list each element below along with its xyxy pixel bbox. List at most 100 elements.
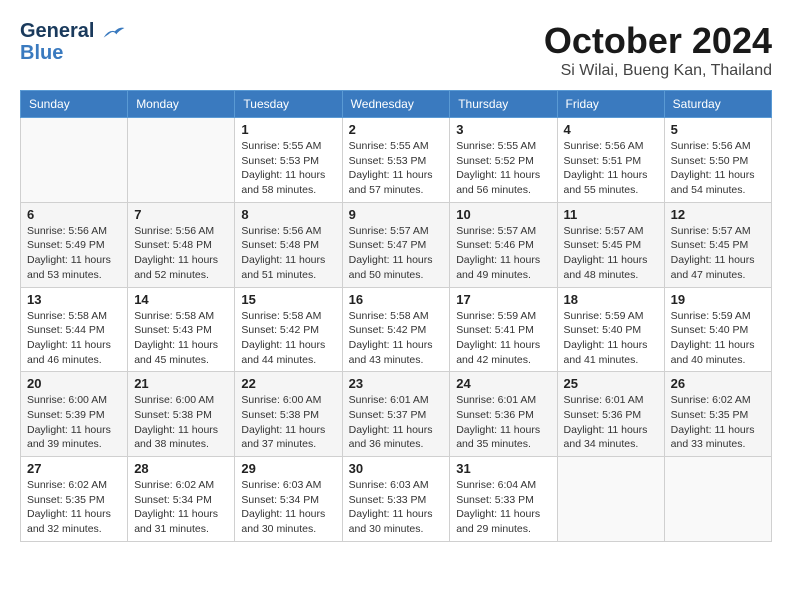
calendar-week-5: 27 Sunrise: 6:02 AMSunset: 5:35 PMDayligh… [21, 457, 772, 542]
col-sunday: Sunday [21, 91, 128, 118]
day-info: Sunrise: 5:57 AMSunset: 5:45 PMDaylight:… [564, 224, 658, 283]
day-number: 3 [456, 122, 550, 137]
day-number: 17 [456, 292, 550, 307]
day-number: 18 [564, 292, 658, 307]
table-row: 3 Sunrise: 5:55 AMSunset: 5:52 PMDaylight… [450, 118, 557, 203]
table-row: 1Sunrise: 5:55 AMSunset: 5:53 PMDaylight… [235, 118, 342, 203]
col-wednesday: Wednesday [342, 91, 450, 118]
day-info: Sunrise: 5:58 AMSunset: 5:43 PMDaylight:… [134, 309, 228, 368]
table-row: 21 Sunrise: 6:00 AMSunset: 5:38 PMDayligh… [128, 372, 235, 457]
day-info: Sunrise: 6:02 AMSunset: 5:35 PMDaylight:… [671, 393, 765, 452]
day-info: Sunrise: 5:58 AMSunset: 5:42 PMDaylight:… [241, 309, 335, 368]
table-row: 17 Sunrise: 5:59 AMSunset: 5:41 PMDayligh… [450, 287, 557, 372]
table-row [557, 457, 664, 542]
day-number: 13 [27, 292, 121, 307]
table-row: 29 Sunrise: 6:03 AMSunset: 5:34 PMDayligh… [235, 457, 342, 542]
table-row: 20Sunrise: 6:00 AMSunset: 5:39 PMDayligh… [21, 372, 128, 457]
col-monday: Monday [128, 91, 235, 118]
day-number: 28 [134, 461, 228, 476]
day-info: Sunrise: 6:02 AMSunset: 5:35 PMDaylight:… [27, 478, 121, 537]
day-number: 31 [456, 461, 550, 476]
day-number: 20 [27, 376, 121, 391]
table-row: 27 Sunrise: 6:02 AMSunset: 5:35 PMDayligh… [21, 457, 128, 542]
table-row: 19 Sunrise: 5:59 AMSunset: 5:40 PMDayligh… [664, 287, 771, 372]
table-row: 8 Sunrise: 5:56 AMSunset: 5:48 PMDaylight… [235, 202, 342, 287]
calendar-header-row: Sunday Monday Tuesday Wednesday Thursday… [21, 91, 772, 118]
logo-text-blue: Blue [20, 42, 126, 64]
table-row: 24 Sunrise: 6:01 AMSunset: 5:36 PMDayligh… [450, 372, 557, 457]
col-tuesday: Tuesday [235, 91, 342, 118]
month-title: October 2024 [544, 20, 772, 62]
table-row: 28 Sunrise: 6:02 AMSunset: 5:34 PMDayligh… [128, 457, 235, 542]
day-info: Sunrise: 6:03 AMSunset: 5:33 PMDaylight:… [349, 478, 444, 537]
day-number: 22 [241, 376, 335, 391]
day-info: Sunrise: 5:56 AMSunset: 5:48 PMDaylight:… [134, 224, 228, 283]
logo-text-general: General [20, 20, 94, 42]
day-info: Sunrise: 5:56 AMSunset: 5:51 PMDaylight:… [564, 139, 658, 198]
day-info: Sunrise: 5:57 AMSunset: 5:45 PMDaylight:… [671, 224, 765, 283]
table-row: 25Sunrise: 6:01 AMSunset: 5:36 PMDayligh… [557, 372, 664, 457]
day-info: Sunrise: 6:01 AMSunset: 5:36 PMDaylight:… [456, 393, 550, 452]
day-info: Sunrise: 5:56 AMSunset: 5:50 PMDaylight:… [671, 139, 765, 198]
day-info: Sunrise: 6:00 AMSunset: 5:38 PMDaylight:… [134, 393, 228, 452]
table-row: 11 Sunrise: 5:57 AMSunset: 5:45 PMDayligh… [557, 202, 664, 287]
day-number: 4 [564, 122, 658, 137]
day-number: 30 [349, 461, 444, 476]
day-info: Sunrise: 6:01 AMSunset: 5:37 PMDaylight:… [349, 393, 444, 452]
day-number: 14 [134, 292, 228, 307]
day-number: 23 [349, 376, 444, 391]
day-number: 5 [671, 122, 765, 137]
table-row: 31Sunrise: 6:04 AMSunset: 5:33 PMDayligh… [450, 457, 557, 542]
table-row: 7 Sunrise: 5:56 AMSunset: 5:48 PMDaylight… [128, 202, 235, 287]
location-subtitle: Si Wilai, Bueng Kan, Thailand [544, 62, 772, 80]
calendar-week-3: 13Sunrise: 5:58 AMSunset: 5:44 PMDayligh… [21, 287, 772, 372]
calendar-week-4: 20Sunrise: 6:00 AMSunset: 5:39 PMDayligh… [21, 372, 772, 457]
day-number: 24 [456, 376, 550, 391]
day-number: 25 [564, 376, 658, 391]
day-number: 29 [241, 461, 335, 476]
table-row: 16 Sunrise: 5:58 AMSunset: 5:42 PMDayligh… [342, 287, 450, 372]
day-number: 19 [671, 292, 765, 307]
day-number: 11 [564, 207, 658, 222]
col-thursday: Thursday [450, 91, 557, 118]
day-number: 1 [241, 122, 335, 137]
day-number: 9 [349, 207, 444, 222]
day-info: Sunrise: 5:55 AMSunset: 5:53 PMDaylight:… [349, 139, 444, 198]
day-info: Sunrise: 5:56 AMSunset: 5:49 PMDaylight:… [27, 224, 121, 283]
col-friday: Friday [557, 91, 664, 118]
day-number: 7 [134, 207, 228, 222]
table-row: 30 Sunrise: 6:03 AMSunset: 5:33 PMDayligh… [342, 457, 450, 542]
table-row: 6Sunrise: 5:56 AMSunset: 5:49 PMDaylight… [21, 202, 128, 287]
table-row: 2Sunrise: 5:55 AMSunset: 5:53 PMDaylight… [342, 118, 450, 203]
day-number: 8 [241, 207, 335, 222]
day-info: Sunrise: 5:58 AMSunset: 5:42 PMDaylight:… [349, 309, 444, 368]
day-info: Sunrise: 5:55 AMSunset: 5:52 PMDaylight:… [456, 139, 550, 198]
day-info: Sunrise: 5:56 AMSunset: 5:48 PMDaylight:… [241, 224, 335, 283]
calendar-week-1: 1 Sunrise: 5:55 AMSunset: 5:53 PMDaylight… [21, 118, 772, 203]
day-info: Sunrise: 5:59 AMSunset: 5:40 PMDaylight:… [671, 309, 765, 368]
table-row: 23 Sunrise: 6:01 AMSunset: 5:37 PMDayligh… [342, 372, 450, 457]
table-row: 10Sunrise: 5:57 AMSunset: 5:46 PMDayligh… [450, 202, 557, 287]
day-number: 15 [241, 292, 335, 307]
day-number: 27 [27, 461, 121, 476]
table-row: 9 Sunrise: 5:57 AMSunset: 5:47 PMDaylight… [342, 202, 450, 287]
table-row [21, 118, 128, 203]
table-row: 5 Sunrise: 5:56 AMSunset: 5:50 PMDaylight… [664, 118, 771, 203]
day-info: Sunrise: 6:02 AMSunset: 5:34 PMDaylight:… [134, 478, 228, 537]
day-number: 21 [134, 376, 228, 391]
title-block: October 2024 Si Wilai, Bueng Kan, Thaila… [544, 20, 772, 80]
table-row: 22 Sunrise: 6:00 AMSunset: 5:38 PMDayligh… [235, 372, 342, 457]
table-row: 12Sunrise: 5:57 AMSunset: 5:45 PMDayligh… [664, 202, 771, 287]
day-info: Sunrise: 6:03 AMSunset: 5:34 PMDaylight:… [241, 478, 335, 537]
table-row: 4 Sunrise: 5:56 AMSunset: 5:51 PMDaylight… [557, 118, 664, 203]
day-info: Sunrise: 5:59 AMSunset: 5:40 PMDaylight:… [564, 309, 658, 368]
table-row: 13Sunrise: 5:58 AMSunset: 5:44 PMDayligh… [21, 287, 128, 372]
table-row [664, 457, 771, 542]
day-info: Sunrise: 6:00 AMSunset: 5:38 PMDaylight:… [241, 393, 335, 452]
col-saturday: Saturday [664, 91, 771, 118]
day-number: 16 [349, 292, 444, 307]
calendar-week-2: 6Sunrise: 5:56 AMSunset: 5:49 PMDaylight… [21, 202, 772, 287]
day-info: Sunrise: 5:59 AMSunset: 5:41 PMDaylight:… [456, 309, 550, 368]
day-info: Sunrise: 5:57 AMSunset: 5:47 PMDaylight:… [349, 224, 444, 283]
day-number: 26 [671, 376, 765, 391]
